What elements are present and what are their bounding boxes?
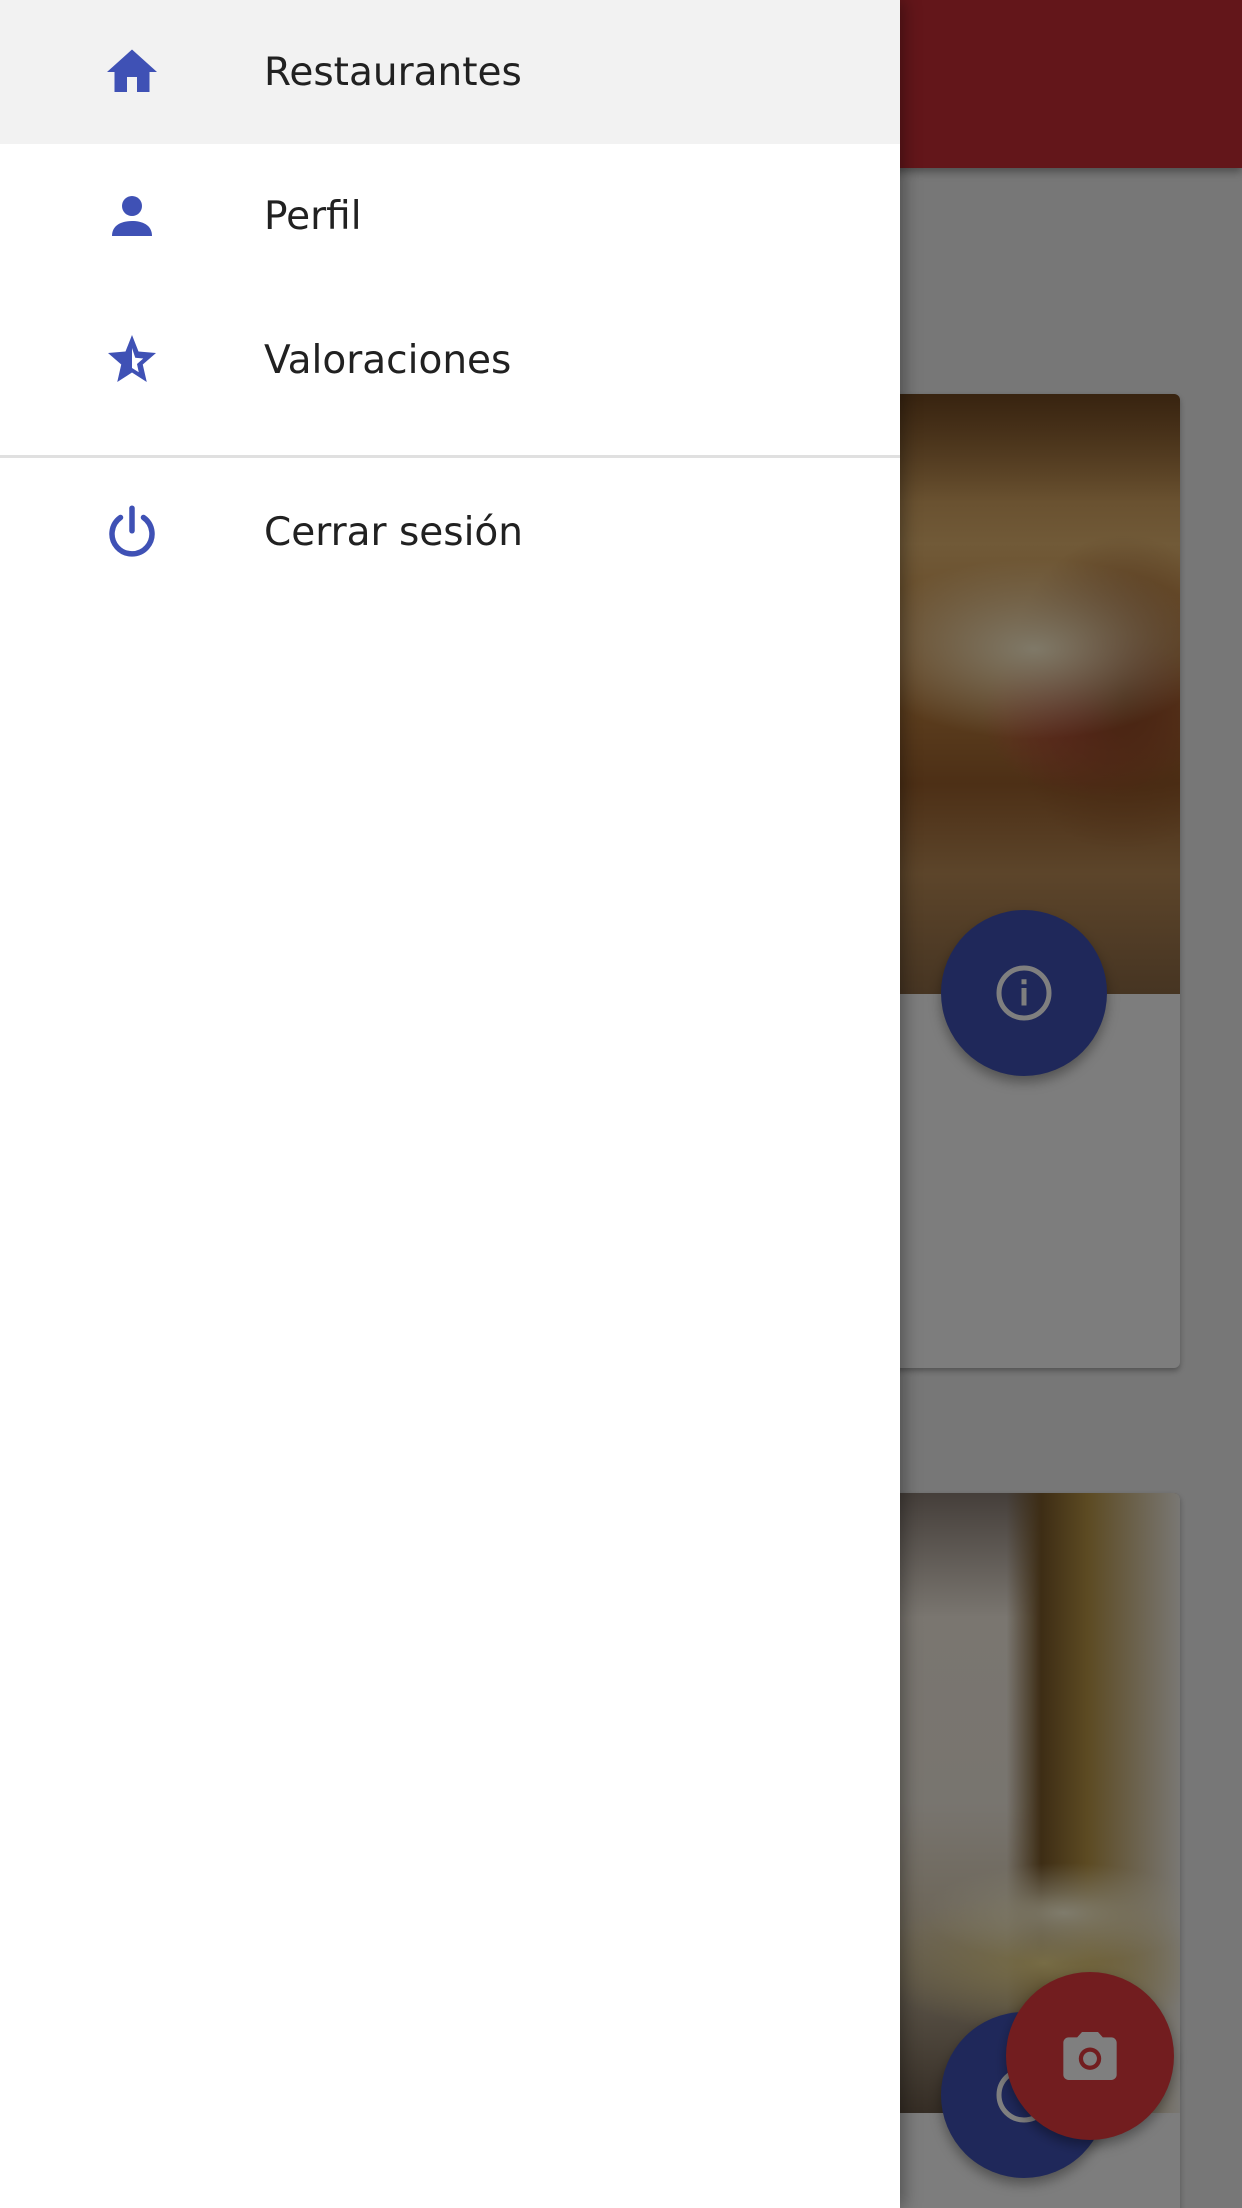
drawer-divider [0,455,900,458]
logout-label: Cerrar sesión [264,509,523,555]
drawer-item-label: Perfil [264,193,362,239]
person-icon [102,186,162,246]
screen: Restaurantes Perfil Valoraciones Cerrar … [0,0,1242,2208]
logout-button[interactable]: Cerrar sesión [0,460,900,604]
navigation-drawer: Restaurantes Perfil Valoraciones Cerrar … [0,0,900,2208]
home-icon [102,42,162,102]
power-icon [102,502,162,562]
drawer-item-perfil[interactable]: Perfil [0,144,900,288]
drawer-item-label: Valoraciones [264,337,512,383]
drawer-item-valoraciones[interactable]: Valoraciones [0,288,900,432]
star-outline-icon [102,330,162,390]
drawer-item-label: Restaurantes [264,49,522,95]
drawer-item-restaurantes[interactable]: Restaurantes [0,0,900,144]
